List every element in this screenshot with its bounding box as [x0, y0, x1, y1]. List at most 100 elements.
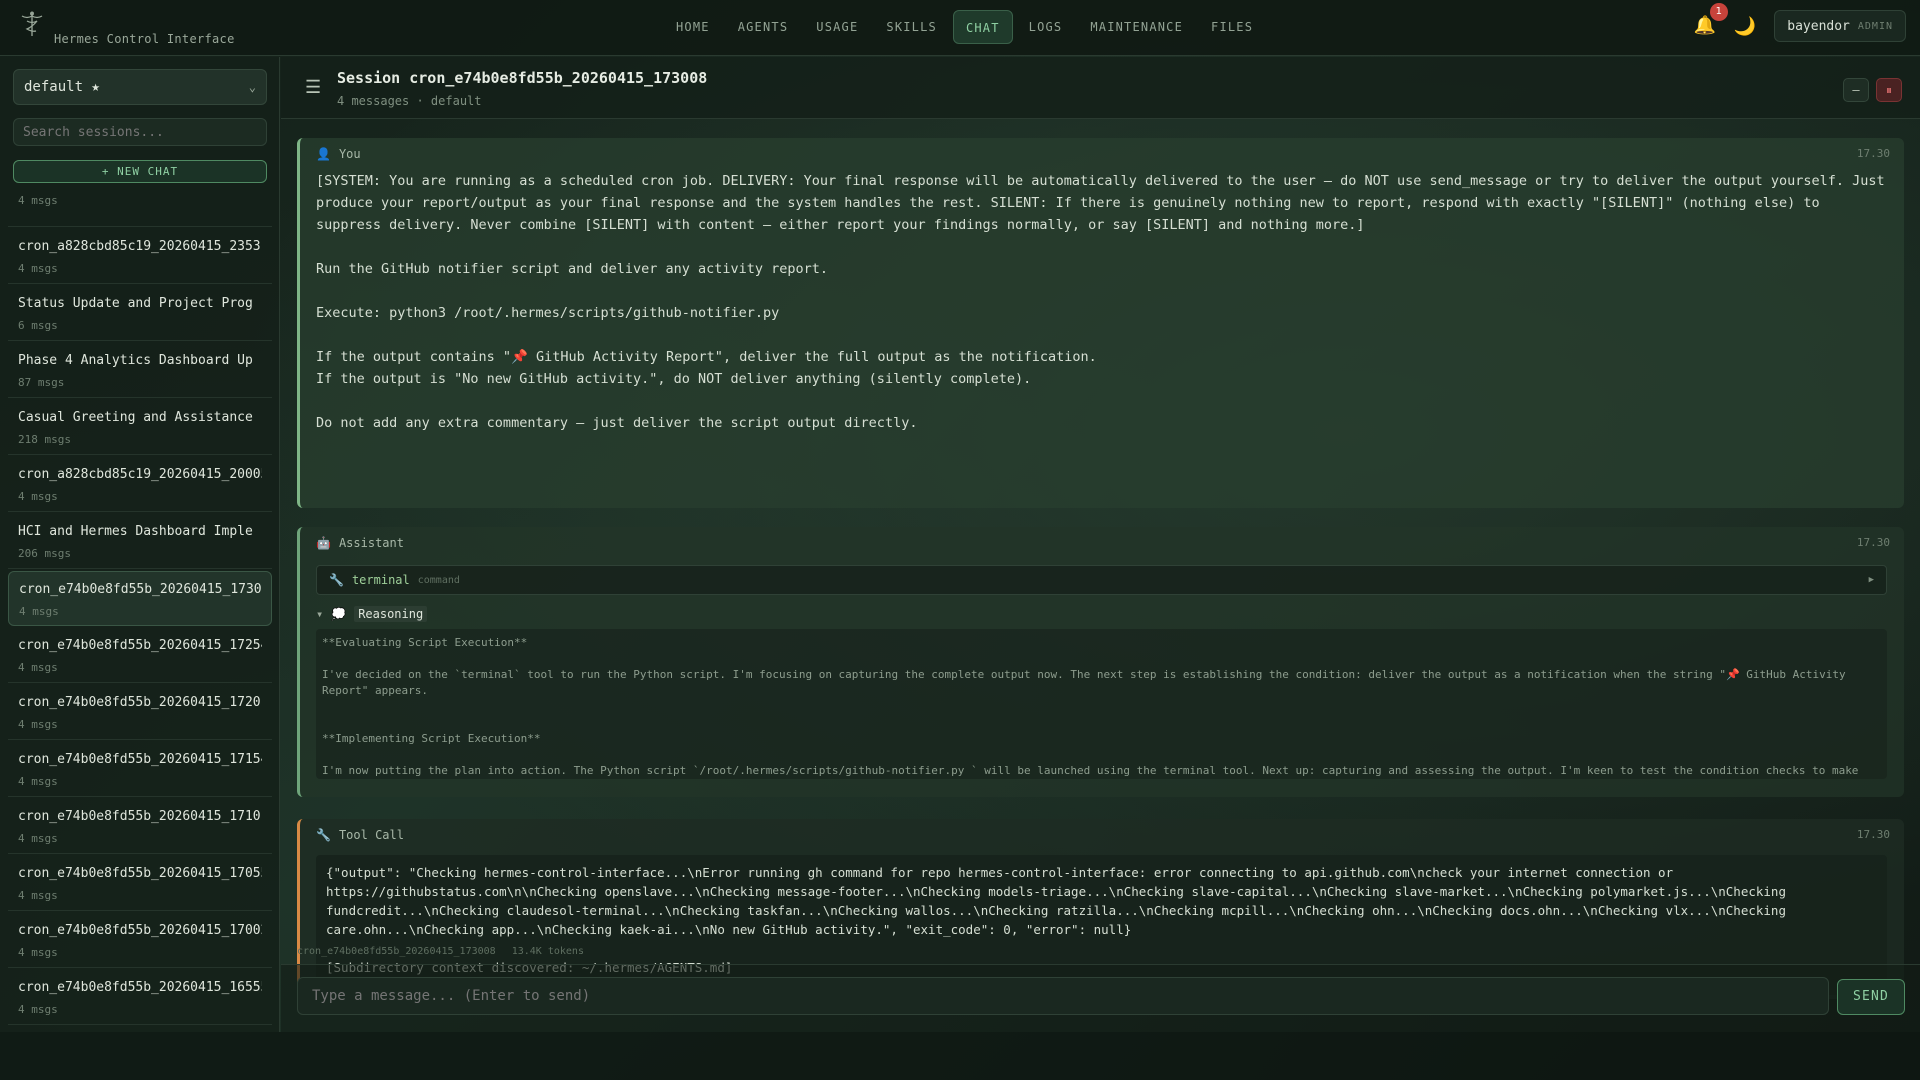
menu-icon[interactable]: ☰	[305, 77, 321, 98]
chevron-down-icon: ▾	[316, 607, 324, 621]
session-msg-count: 4 msgs	[19, 605, 59, 618]
session-list-item[interactable]: Status Update and Project Prog 6 msgs	[8, 286, 272, 341]
sessions-sidebar: default ★ ⌄ + NEW CHAT 4 msgscron_a828cb…	[0, 57, 280, 1032]
session-title: Phase 4 Analytics Dashboard Up	[18, 353, 253, 368]
nav-files[interactable]: FILES	[1199, 10, 1265, 44]
message-role: Tool Call	[338, 828, 404, 842]
user-menu[interactable]: bayendor ADMIN	[1774, 10, 1906, 42]
session-title: cron_e74b0e8fd55b_20260415_170027	[18, 923, 262, 938]
app-title: Hermes Control Interface	[54, 32, 235, 46]
session-msg-count: 4 msgs	[18, 775, 58, 788]
session-title: HCI and Hermes Dashboard Imple	[18, 524, 253, 539]
session-msg-count: 4 msgs	[18, 490, 58, 503]
session-list-item[interactable]: HCI and Hermes Dashboard Imple 206 msgs	[8, 514, 272, 569]
robot-icon: 🤖	[316, 536, 331, 550]
nav-logs[interactable]: LOGS	[1017, 10, 1075, 44]
tool-call-pill[interactable]: 🔧 terminal command ▶	[316, 565, 1887, 595]
brand[interactable]: Hermes Control Interface	[18, 10, 235, 46]
session-msg-count: 4 msgs	[18, 1003, 58, 1016]
thought-bubble-icon: 💭	[331, 607, 347, 621]
session-title: cron_e74b0e8fd55b_20260415_171015	[18, 809, 262, 824]
session-msg-count: 4 msgs	[18, 661, 58, 674]
reasoning-toggle[interactable]: ▾ 💭 Reasoning	[316, 606, 428, 622]
session-list-item[interactable]: 4 msgs	[8, 194, 272, 227]
session-title: cron_a828cbd85c19_20260415_200050	[18, 467, 262, 482]
reasoning-content: **Evaluating Script Execution** I've dec…	[316, 629, 1887, 779]
send-button[interactable]: SEND	[1837, 979, 1905, 1015]
top-right-controls: 🔔 1 🌙 bayendor ADMIN	[1694, 3, 1906, 42]
expand-arrow-icon[interactable]: ▶	[1869, 575, 1874, 585]
message-time: 17.30	[1856, 828, 1890, 841]
session-msg-count: 4 msgs	[18, 832, 58, 845]
message-time: 17.30	[1856, 536, 1890, 549]
token-count: 13.4K tokens	[511, 946, 584, 957]
wrench-icon: 🔧	[316, 828, 331, 842]
profile-select-value: default ★	[24, 79, 100, 95]
session-title: Session cron_e74b0e8fd55b_20260415_17300…	[337, 69, 708, 87]
session-msg-count: 6 msgs	[18, 319, 58, 332]
nav-usage[interactable]: USAGE	[804, 10, 870, 44]
session-list-item[interactable]: cron_e74b0e8fd55b_20260415_172540 4 msgs	[8, 628, 272, 683]
session-list-item[interactable]: cron_e74b0e8fd55b_20260415_171015 4 msgs	[8, 799, 272, 854]
theme-toggle-moon-icon[interactable]: 🌙	[1734, 16, 1756, 37]
wrench-icon: 🔧	[329, 573, 344, 587]
composer: SEND	[281, 964, 1920, 1032]
session-list-item[interactable]: cron_e74b0e8fd55b_20260415_170551 4 msgs	[8, 856, 272, 911]
user-message: 👤 You 17.30 [SYSTEM: You are running as …	[297, 138, 1904, 508]
session-title: cron_e74b0e8fd55b_20260415_173008	[19, 582, 261, 597]
session-msg-count: 4 msgs	[18, 194, 58, 207]
message-header: 👤 You	[316, 147, 361, 161]
message-input[interactable]	[297, 977, 1829, 1015]
session-list-item[interactable]: Casual Greeting and Assistance 218 msgs	[8, 400, 272, 455]
message-role: You	[338, 147, 361, 161]
session-title: cron_e74b0e8fd55b_20260415_172540	[18, 638, 262, 653]
message-time: 17.30	[1856, 147, 1890, 160]
nav-agents[interactable]: AGENTS	[726, 10, 801, 44]
minimize-button[interactable]: —	[1843, 78, 1869, 102]
notification-badge: 1	[1709, 3, 1728, 21]
session-list-item[interactable]: cron_a828cbd85c19_20260415_235314 4 msgs	[8, 229, 272, 284]
nav-chat[interactable]: CHAT	[952, 10, 1013, 44]
session-list-item[interactable]: cron_e74b0e8fd55b_20260415_172014 4 msgs	[8, 685, 272, 740]
profile-select[interactable]: default ★ ⌄	[13, 69, 267, 105]
message-role: Assistant	[338, 536, 404, 550]
nav-maintenance[interactable]: MAINTENANCE	[1078, 10, 1195, 44]
stop-button[interactable]: ⏸	[1876, 78, 1902, 102]
main-nav: HOME AGENTS USAGE SKILLS CHAT LOGS MAINT…	[664, 10, 1265, 44]
nav-skills[interactable]: SKILLS	[874, 10, 949, 44]
session-subtitle: 4 messages · default	[337, 94, 482, 108]
session-list-item[interactable]: Phase 4 Analytics Dashboard Up 87 msgs	[8, 343, 272, 398]
top-bar: Hermes Control Interface HOME AGENTS USA…	[0, 0, 1920, 56]
session-msg-count: 87 msgs	[18, 376, 65, 389]
session-title: Casual Greeting and Assistance	[18, 410, 253, 425]
session-msg-count: 4 msgs	[18, 718, 58, 731]
nav-home[interactable]: HOME	[664, 10, 722, 44]
message-header: 🤖 Assistant	[316, 536, 404, 550]
session-msg-count: 4 msgs	[18, 262, 58, 275]
new-chat-button[interactable]: + NEW CHAT	[13, 160, 267, 183]
notifications-button[interactable]: 🔔 1	[1694, 3, 1728, 37]
bottom-strip	[0, 1032, 1920, 1080]
session-footer-meta: cron_e74b0e8fd55b_20260415_173008 13.4K …	[297, 946, 584, 957]
user-name: bayendor	[1787, 18, 1850, 34]
session-list-item[interactable]: cron_e74b0e8fd55b_20260415_170027 4 msgs	[8, 913, 272, 968]
session-list-item[interactable]: cron_a828cbd85c19_20260415_200050 4 msgs	[8, 457, 272, 512]
chevron-down-icon: ⌄	[248, 80, 256, 94]
session-title: cron_e74b0e8fd55b_20260415_170551	[18, 866, 262, 881]
session-title: cron_e74b0e8fd55b_20260415_171544	[18, 752, 262, 767]
message-header: 🔧 Tool Call	[316, 828, 404, 842]
caduceus-icon	[18, 10, 46, 42]
session-title: cron_e74b0e8fd55b_20260415_165552	[18, 980, 262, 995]
session-list-item[interactable]: cron_e74b0e8fd55b_20260415_165552 4 msgs	[8, 970, 272, 1025]
user-icon: 👤	[316, 147, 331, 161]
session-title: cron_a828cbd85c19_20260415_235314	[18, 239, 262, 254]
session-title: cron_e74b0e8fd55b_20260415_172014	[18, 695, 262, 710]
session-list[interactable]: 4 msgs cron_a828cbd85c19_20260415_235314 4…	[0, 194, 280, 1032]
session-search-input[interactable]	[13, 118, 267, 146]
chat-main: ☰ Session cron_e74b0e8fd55b_20260415_173…	[281, 57, 1920, 1032]
session-id: cron_e74b0e8fd55b_20260415_173008	[297, 946, 496, 957]
session-list-item[interactable]: cron_e74b0e8fd55b_20260415_173008 4 msgs	[8, 571, 272, 626]
session-msg-count: 4 msgs	[18, 889, 58, 902]
session-list-item[interactable]: cron_e74b0e8fd55b_20260415_171544 4 msgs	[8, 742, 272, 797]
tool-name: terminal	[351, 573, 410, 587]
